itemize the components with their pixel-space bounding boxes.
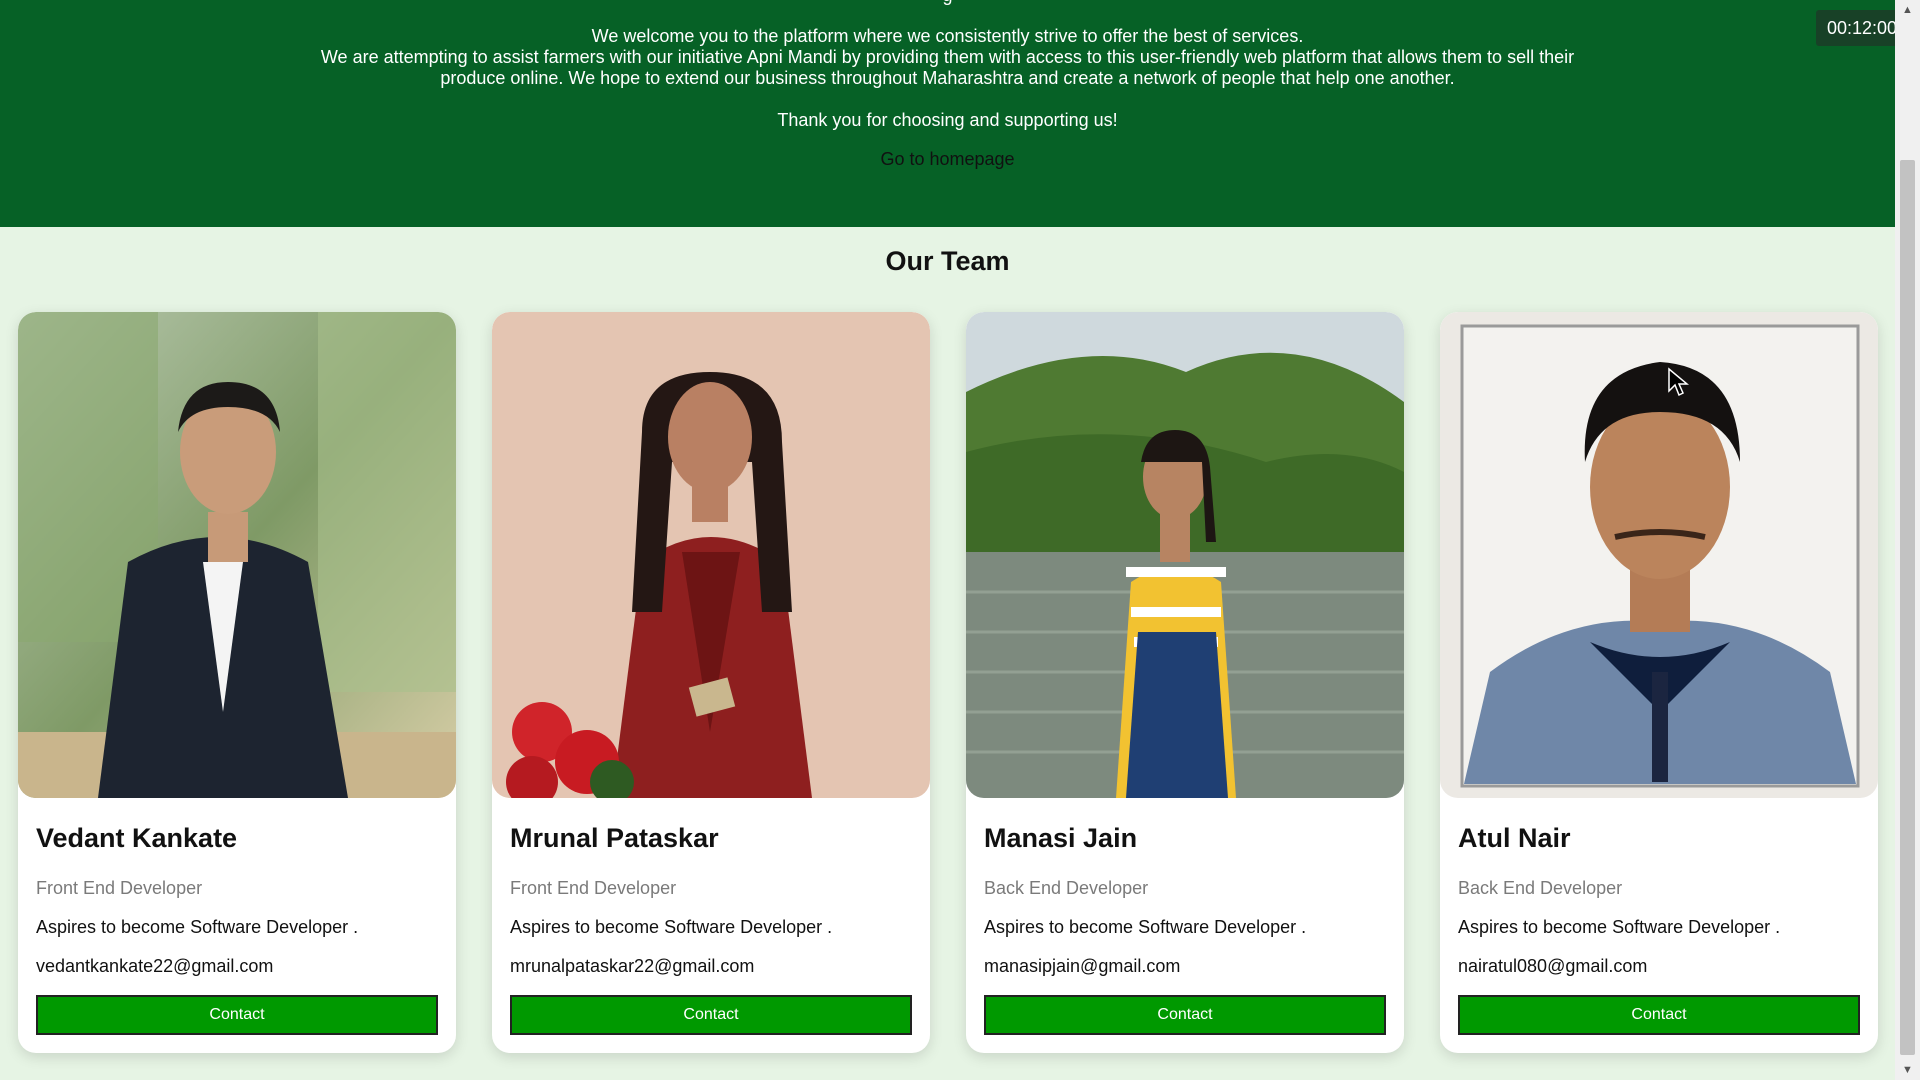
member-photo bbox=[18, 312, 456, 798]
member-name: Mrunal Pataskar bbox=[510, 823, 719, 853]
about-banner: g We welcome you to the platform where w… bbox=[0, 0, 1895, 227]
member-photo bbox=[966, 312, 1404, 798]
member-bio: Aspires to become Software Developer . bbox=[36, 917, 359, 937]
welcome-text: We welcome you to the platform where we … bbox=[591, 26, 1304, 46]
member-email: nairatul080@gmail.com bbox=[1458, 956, 1648, 976]
team-card-atul: Atul Nair Back End Developer Aspires to … bbox=[1440, 312, 1878, 1053]
member-bio: Aspires to become Software Developer . bbox=[984, 917, 1307, 937]
scroll-up-arrow-icon[interactable]: ▲ bbox=[1895, 0, 1920, 20]
member-bio: Aspires to become Software Developer . bbox=[510, 917, 833, 937]
member-role: Back End Developer bbox=[1458, 878, 1623, 898]
mission-text: We are attempting to assist farmers with… bbox=[320, 47, 1575, 88]
member-role: Front End Developer bbox=[510, 878, 677, 898]
woman-in-red-kurta-portrait bbox=[492, 312, 930, 798]
member-name: Manasi Jain bbox=[984, 823, 1138, 853]
contact-button[interactable]: Contact bbox=[36, 995, 438, 1035]
member-photo bbox=[492, 312, 930, 798]
contact-button[interactable]: Contact bbox=[510, 995, 912, 1035]
scroll-down-arrow-icon[interactable]: ▼ bbox=[1895, 1060, 1920, 1080]
mouse-cursor-icon bbox=[1668, 367, 1689, 397]
thanks-text: Thank you for choosing and supporting us… bbox=[777, 110, 1118, 130]
woman-by-lake-portrait bbox=[966, 312, 1404, 798]
member-name: Vedant Kankate bbox=[36, 823, 238, 853]
team-card-mrunal: Mrunal Pataskar Front End Developer Aspi… bbox=[492, 312, 930, 1053]
member-email: manasipjain@gmail.com bbox=[984, 956, 1181, 976]
member-name: Atul Nair bbox=[1458, 823, 1571, 853]
member-role: Back End Developer bbox=[984, 878, 1149, 898]
member-bio: Aspires to become Software Developer . bbox=[1458, 917, 1781, 937]
contact-button[interactable]: Contact bbox=[1458, 995, 1860, 1035]
team-card-vedant: Vedant Kankate Front End Developer Aspir… bbox=[18, 312, 456, 1053]
page-scrollbar[interactable]: ▲ ▼ bbox=[1895, 0, 1920, 1080]
go-to-homepage-link[interactable]: Go to homepage bbox=[0, 149, 1895, 170]
banner-heading-clipped: g bbox=[0, 0, 1895, 6]
member-photo bbox=[1440, 312, 1878, 798]
member-email: mrunalpataskar22@gmail.com bbox=[510, 956, 755, 976]
team-card-manasi: Manasi Jain Back End Developer Aspires t… bbox=[966, 312, 1404, 1053]
contact-button[interactable]: Contact bbox=[984, 995, 1386, 1035]
man-in-dark-blazer-portrait bbox=[18, 312, 456, 798]
scrollbar-thumb[interactable] bbox=[1900, 160, 1915, 1055]
man-passport-photo-portrait bbox=[1440, 312, 1878, 798]
team-section-title: Our Team bbox=[885, 246, 1010, 276]
member-email: vedantkankate22@gmail.com bbox=[36, 956, 274, 976]
member-role: Front End Developer bbox=[36, 878, 203, 898]
